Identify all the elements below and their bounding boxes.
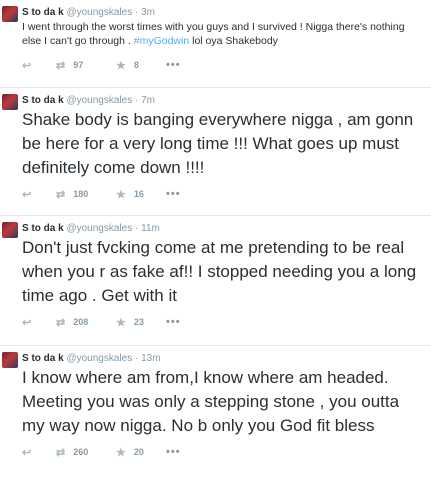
timestamp[interactable]: 3m — [141, 7, 155, 18]
timestamp[interactable]: 13m — [141, 353, 160, 364]
favorite-count: 23 — [133, 317, 144, 327]
star-icon: ★ — [116, 188, 126, 201]
retweet-count: 97 — [73, 60, 84, 70]
tweet-header: S to da k @youngskales · 13m — [22, 346, 425, 365]
avatar[interactable] — [2, 222, 18, 238]
tweet-actions: ↩ ⇄ 180 ★ 16 ••• — [22, 186, 425, 202]
tweet-text: I went through the worst times with you … — [22, 20, 425, 48]
tweet-text: Shake body is banging everywhere nigga ,… — [22, 110, 414, 177]
more-dots-icon: ••• — [166, 446, 181, 458]
tweet[interactable]: S to da k @youngskales · 7m Shake body i… — [0, 88, 431, 216]
user-name[interactable]: S to da k — [22, 95, 64, 106]
retweet-button[interactable]: ⇄ 208 — [56, 316, 116, 329]
tweet-actions: ↩ ⇄ 208 ★ 23 ••• — [22, 314, 425, 330]
user-handle[interactable]: @youngskales — [66, 223, 132, 234]
reply-button[interactable]: ↩ — [22, 316, 56, 329]
retweet-button[interactable]: ⇄ 180 — [56, 188, 116, 201]
tweet-header: S to da k @youngskales · 3m — [22, 0, 425, 19]
favorite-button[interactable]: ★ 8 — [116, 59, 166, 72]
retweet-button[interactable]: ⇄ 260 — [56, 446, 116, 459]
favorite-button[interactable]: ★ 20 — [116, 446, 166, 459]
more-button[interactable]: ••• — [166, 446, 181, 458]
tweet-actions: ↩ ⇄ 260 ★ 20 ••• — [22, 444, 425, 460]
tweet-text: Don't just fvcking come at me pretending… — [22, 238, 417, 305]
user-name[interactable]: S to da k — [22, 353, 64, 364]
reply-button[interactable]: ↩ — [22, 188, 56, 201]
reply-button[interactable]: ↩ — [22, 446, 56, 459]
retweet-icon: ⇄ — [56, 188, 66, 201]
tweet-text-part: lol oya Shakebody — [189, 35, 278, 47]
tweet-actions: ↩ ⇄ 97 ★ 8 ••• — [22, 57, 425, 73]
retweet-icon: ⇄ — [56, 446, 66, 459]
reply-arrow-icon: ↩ — [22, 446, 32, 459]
favorite-count: 8 — [133, 60, 139, 70]
more-button[interactable]: ••• — [166, 59, 181, 71]
favorite-button[interactable]: ★ 16 — [116, 188, 166, 201]
more-dots-icon: ••• — [166, 316, 181, 328]
retweet-count: 180 — [73, 189, 89, 199]
hashtag-link[interactable]: #myGodwin — [134, 35, 189, 47]
tweet-timeline: S to da k @youngskales · 3m I went throu… — [0, 0, 431, 496]
reply-arrow-icon: ↩ — [22, 316, 32, 329]
tweet-header: S to da k @youngskales · 7m — [22, 88, 425, 107]
tweet[interactable]: S to da k @youngskales · 3m I went throu… — [0, 0, 431, 88]
user-handle[interactable]: @youngskales — [66, 95, 132, 106]
tweet[interactable]: S to da k @youngskales · 13m I know wher… — [0, 346, 431, 496]
reply-arrow-icon: ↩ — [22, 59, 32, 72]
favorite-button[interactable]: ★ 23 — [116, 316, 166, 329]
avatar[interactable] — [2, 6, 18, 22]
retweet-icon: ⇄ — [56, 59, 66, 72]
more-button[interactable]: ••• — [166, 188, 181, 200]
more-button[interactable]: ••• — [166, 316, 181, 328]
star-icon: ★ — [116, 446, 126, 459]
separator-dot: · — [135, 223, 139, 234]
favorite-count: 20 — [133, 447, 144, 457]
retweet-count: 208 — [73, 317, 89, 327]
more-dots-icon: ••• — [166, 188, 181, 200]
tweet-header: S to da k @youngskales · 11m — [22, 216, 425, 235]
reply-arrow-icon: ↩ — [22, 188, 32, 201]
avatar[interactable] — [2, 352, 18, 368]
reply-button[interactable]: ↩ — [22, 59, 56, 72]
separator-dot: · — [135, 95, 139, 106]
avatar[interactable] — [2, 94, 18, 110]
separator-dot: · — [135, 353, 139, 364]
star-icon: ★ — [116, 59, 126, 72]
retweet-count: 260 — [73, 447, 89, 457]
user-name[interactable]: S to da k — [22, 223, 64, 234]
timestamp[interactable]: 7m — [141, 95, 155, 106]
favorite-count: 16 — [133, 189, 144, 199]
star-icon: ★ — [116, 316, 126, 329]
retweet-button[interactable]: ⇄ 97 — [56, 59, 116, 72]
tweet-text: I know where am from,I know where am hea… — [22, 368, 400, 435]
separator-dot: · — [135, 7, 139, 18]
user-name[interactable]: S to da k — [22, 7, 64, 18]
tweet[interactable]: S to da k @youngskales · 11m Don't just … — [0, 216, 431, 346]
timestamp[interactable]: 11m — [141, 223, 160, 234]
user-handle[interactable]: @youngskales — [66, 7, 132, 18]
user-handle[interactable]: @youngskales — [66, 353, 132, 364]
more-dots-icon: ••• — [166, 59, 181, 71]
retweet-icon: ⇄ — [56, 316, 66, 329]
